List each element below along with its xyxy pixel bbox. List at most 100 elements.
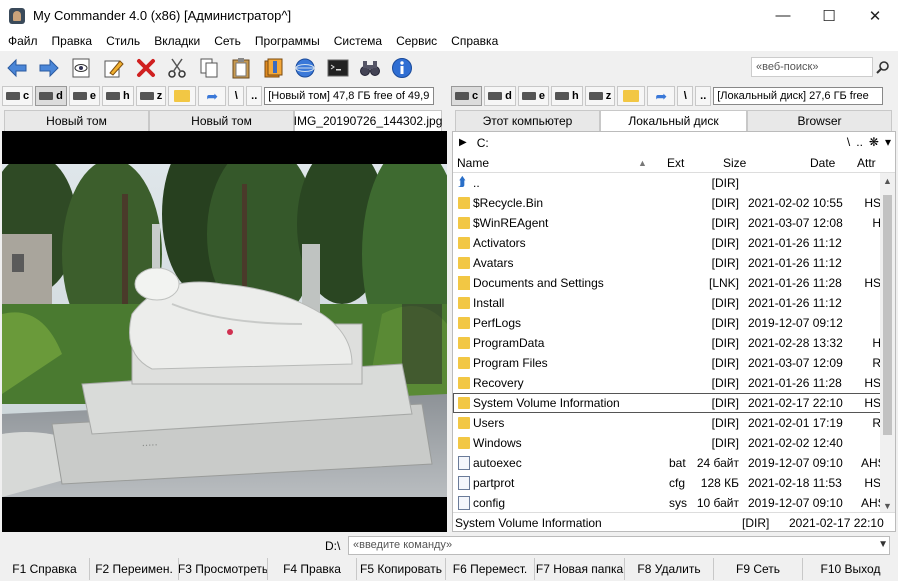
right-drive-c[interactable]: c [451,86,483,106]
delete-icon[interactable] [133,55,159,81]
file-row[interactable]: ProgramData [DIR] 2021-02-28 13:32 H [453,333,881,353]
right-drive-z[interactable]: z [584,86,616,106]
network-icon[interactable] [292,55,318,81]
app-icon[interactable] [9,7,25,24]
forward-arrow-icon[interactable] [36,55,62,81]
file-row[interactable]: config sys 10 байт 2019-12-07 09:10 AHS [453,493,881,513]
right-folder-button[interactable] [617,86,646,106]
left-up-button[interactable]: .. [246,86,263,106]
chevron-down-icon[interactable]: ▼ [878,539,888,550]
left-network-drive-button[interactable]: ➦ [198,86,227,106]
right-root-button[interactable]: \ [677,86,694,106]
view-icon[interactable] [68,55,94,81]
file-list[interactable]: ⮭.. [DIR] $Recycle.Bin [DIR] 2021-02-02 10:5… [453,173,881,513]
f4-edit-button[interactable]: F4 Правка [268,558,357,580]
scroll-down-icon[interactable]: ▼ [880,498,895,513]
file-row[interactable]: Recovery [DIR] 2021-01-26 11:28 HS [453,373,881,393]
path-up-button[interactable]: .. [856,135,863,149]
right-tab-1[interactable]: Этот компьютер [455,110,600,131]
menu-system[interactable]: Система [327,34,389,48]
col-name[interactable]: Name [457,156,489,170]
f9-network-button[interactable]: F9 Сеть [714,558,803,580]
f6-move-button[interactable]: F6 Перемест. [446,558,535,580]
current-path[interactable]: C: [477,136,489,150]
minimize-button[interactable]: — [760,0,806,31]
back-arrow-icon[interactable] [4,55,30,81]
file-row[interactable]: PerfLogs [DIR] 2019-12-07 09:12 [453,313,881,333]
menu-network[interactable]: Сеть [207,34,248,48]
menu-help[interactable]: Справка [444,34,505,48]
col-date[interactable]: Date [810,156,835,170]
right-drive-e[interactable]: e [517,86,549,106]
info-icon[interactable] [389,55,415,81]
f8-delete-button[interactable]: F8 Удалить [625,558,714,580]
f5-copy-button[interactable]: F5 Копировать [357,558,446,580]
right-tab-2[interactable]: Локальный диск [600,110,747,131]
maximize-button[interactable]: ☐ [806,0,852,31]
menu-tabs[interactable]: Вкладки [147,34,207,48]
left-tab-2[interactable]: Новый том [149,110,294,131]
web-search-input[interactable]: «веб-поиск» [751,57,873,77]
paste-icon[interactable] [228,55,254,81]
path-root-button[interactable]: \ [847,135,850,149]
file-row[interactable]: Install [DIR] 2021-01-26 11:12 [453,293,881,313]
col-attr[interactable]: Attr [857,156,876,170]
left-tab-3[interactable]: IMG_20190726_144302.jpg [294,110,442,131]
left-folder-button[interactable] [168,86,197,106]
f10-exit-button[interactable]: F10 Выход [803,558,898,580]
left-drive-d[interactable]: d [35,86,67,106]
left-drive-z[interactable]: z [135,86,167,106]
file-row[interactable]: System Volume Information [DIR] 2021-02-17… [453,393,881,413]
right-drive-h[interactable]: h [550,86,583,106]
menu-file[interactable]: Файл [0,34,45,48]
left-tab-1[interactable]: Новый том [4,110,149,131]
file-row[interactable]: $Recycle.Bin [DIR] 2021-02-02 10:55 HS [453,193,881,213]
menu-style[interactable]: Стиль [99,34,147,48]
left-drive-c[interactable]: c [2,86,34,106]
col-size[interactable]: Size [723,156,746,170]
file-row[interactable]: $WinREAgent [DIR] 2021-03-07 12:08 H [453,213,881,233]
dropdown-icon[interactable]: ▾ [885,135,891,149]
f3-view-button[interactable]: F3 Просмотреть [179,558,268,580]
f1-help-button[interactable]: F1 Справка [0,558,90,580]
file-row[interactable]: Avatars [DIR] 2021-01-26 11:12 [453,253,881,273]
file-row[interactable]: Users [DIR] 2021-02-01 17:19 R [453,413,881,433]
menu-edit[interactable]: Правка [45,34,100,48]
col-ext[interactable]: Ext [667,156,684,170]
right-up-button[interactable]: .. [695,86,712,106]
command-input[interactable]: «введите команду» [348,536,890,555]
terminal-icon[interactable] [325,55,351,81]
search-icon[interactable] [874,58,892,76]
file-date: 2021-02-17 22:10 [748,396,843,410]
menu-service[interactable]: Сервис [389,34,444,48]
left-drive-e[interactable]: e [68,86,100,106]
scroll-thumb[interactable] [883,195,892,435]
file-row[interactable]: Activators [DIR] 2021-01-26 11:12 [453,233,881,253]
f7-new-folder-button[interactable]: F7 Новая папка [535,558,625,580]
sort-arrow-icon[interactable]: ▲ [638,158,647,168]
cut-icon[interactable] [164,55,190,81]
menu-programs[interactable]: Программы [248,34,327,48]
file-row[interactable]: Windows [DIR] 2021-02-02 12:40 [453,433,881,453]
copy-icon[interactable] [196,55,222,81]
right-tab-3[interactable]: Browser [747,110,892,131]
scroll-up-icon[interactable]: ▲ [880,173,895,188]
right-drive-d[interactable]: d [484,86,516,106]
path-expand-icon[interactable]: ▶ [459,137,467,148]
options-icon[interactable]: ❋ [869,135,879,149]
file-row[interactable]: Documents and Settings [LNK] 2021-01-26 11… [453,273,881,293]
left-root-button[interactable]: \ [228,86,245,106]
left-drive-h[interactable]: h [101,86,134,106]
f2-rename-button[interactable]: F2 Переимен. [90,558,179,580]
vertical-scrollbar[interactable]: ▲ ▼ [880,173,895,513]
file-row[interactable]: ⮭.. [DIR] [453,173,881,193]
file-row[interactable]: Program Files [DIR] 2021-03-07 12:09 R [453,353,881,373]
right-network-drive-button[interactable]: ➦ [647,86,676,106]
binoculars-icon[interactable] [357,55,383,81]
file-row[interactable]: partprot cfg 128 КБ 2021-02-18 11:53 HS [453,473,881,493]
image-viewer[interactable]: ····· [2,131,447,532]
edit-icon[interactable] [100,55,126,81]
archive-icon[interactable] [260,55,286,81]
close-button[interactable]: ✕ [852,0,898,31]
file-row[interactable]: autoexec bat 24 байт 2019-12-07 09:10 AHS [453,453,881,473]
